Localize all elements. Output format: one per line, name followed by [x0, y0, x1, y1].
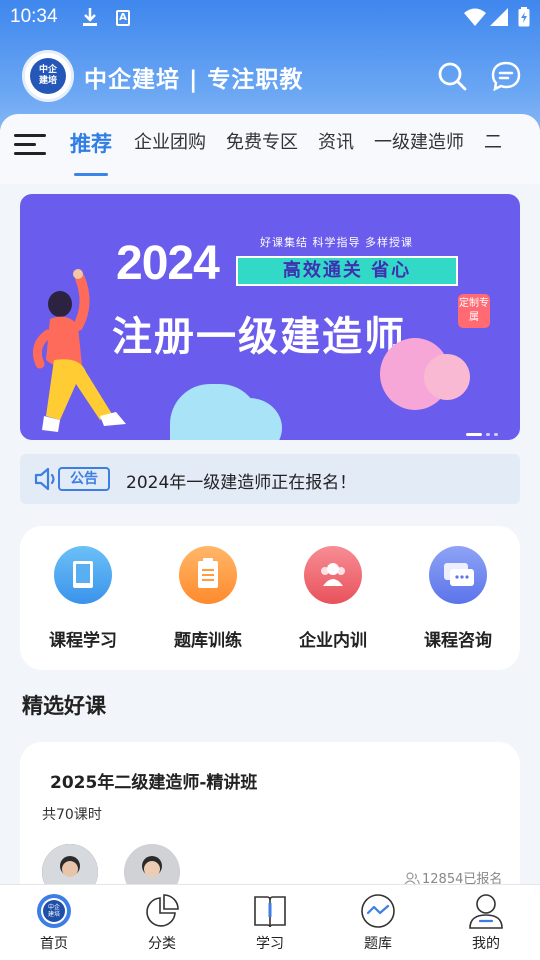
quick-question-bank[interactable]: 题库训练 — [153, 546, 263, 656]
tab-free-zone[interactable]: 免费专区 — [226, 128, 298, 178]
nav-home-label: 首页 — [40, 936, 68, 952]
nav-category[interactable]: 分类 — [108, 885, 216, 960]
cloud-decoration — [424, 354, 470, 400]
banner-badge: 定制专属 — [458, 294, 490, 328]
promo-banner[interactable]: 2024 好课集结 科学指导 多样授课 高效通关 省心 注册一级建造师 定制专属 — [20, 194, 520, 440]
download-icon — [83, 8, 97, 26]
pie-chart-icon — [144, 893, 180, 929]
nav-home[interactable]: 中企 建培 首页 — [0, 885, 108, 960]
svg-text:中企: 中企 — [48, 903, 60, 911]
signal-icon — [490, 8, 508, 26]
chat-icon — [429, 546, 487, 604]
nav-category-label: 分类 — [148, 936, 176, 952]
message-icon[interactable] — [490, 60, 522, 92]
quick-course-consult-label: 课程咨询 — [424, 631, 492, 651]
menu-icon[interactable] — [14, 132, 46, 158]
logo-text-1: 中企 — [38, 65, 57, 75]
search-icon[interactable] — [436, 60, 468, 92]
nav-profile-label: 我的 — [472, 936, 500, 952]
quick-enterprise-training-label: 企业内训 — [299, 631, 367, 651]
people-icon — [304, 546, 362, 604]
notification-a-icon: A — [116, 10, 130, 26]
carousel-indicator — [466, 424, 502, 440]
book-icon — [54, 546, 112, 604]
trend-icon — [360, 893, 396, 929]
svg-text:建培: 建培 — [48, 910, 60, 918]
wifi-icon — [464, 8, 486, 26]
speaker-icon — [34, 467, 55, 491]
brand-row: 中企 建培 中企建培 | 专注职教 — [0, 46, 540, 106]
status-bar: 10:34 A — [0, 0, 540, 36]
logo-text-2: 建培 — [38, 76, 57, 86]
announcement-tag: 公告 — [58, 467, 110, 491]
brand-logo: 中企 建培 — [22, 50, 74, 102]
quick-entry-panel: 课程学习 题库训练 企业内训 课程咨询 — [20, 526, 520, 670]
nav-study-label: 学习 — [256, 936, 284, 952]
tab-news[interactable]: 资讯 — [318, 128, 354, 178]
announcement-text: 2024年一级建造师正在报名！ — [126, 473, 357, 493]
banner-tags: 好课集结 科学指导 多样授课 — [260, 236, 413, 249]
app-title: 中企建培 | 专注职教 — [84, 67, 304, 93]
carousel-dot — [486, 433, 490, 436]
battery-charging-icon — [518, 7, 530, 27]
people-small-icon — [404, 872, 420, 885]
nav-question-bank-label: 题库 — [364, 936, 392, 952]
quick-course-consult[interactable]: 课程咨询 — [403, 546, 513, 656]
course-lessons: 共70课时 — [42, 807, 102, 823]
status-time: 10:34 — [10, 6, 58, 27]
quick-question-bank-label: 题库训练 — [174, 631, 242, 651]
tab-recommend[interactable]: 推荐 — [70, 128, 112, 178]
tab-first-class-constructor[interactable]: 一级建造师 — [374, 128, 464, 178]
user-icon — [468, 893, 504, 929]
section-title: 精选好课 — [22, 694, 106, 718]
clipboard-icon — [179, 546, 237, 604]
quick-course-study-label: 课程学习 — [49, 631, 117, 651]
tab-second-class[interactable]: 二 — [484, 128, 502, 178]
tab-enterprise-group[interactable]: 企业团购 — [134, 128, 206, 178]
brand-logo-mark: 中企 建培 — [30, 58, 66, 94]
quick-enterprise-training[interactable]: 企业内训 — [278, 546, 388, 656]
banner-slogan: 高效通关 省心 — [236, 256, 458, 286]
tabs-scroller: 推荐 企业团购 免费专区 资讯 一级建造师二 — [70, 128, 540, 178]
nav-profile[interactable]: 我的 — [432, 885, 540, 960]
carousel-dot-active — [466, 433, 482, 436]
bottom-navigation: 中企 建培 首页 分类 学习 题库 我的 — [0, 884, 540, 960]
nav-question-bank[interactable]: 题库 — [324, 885, 432, 960]
announcement-bar[interactable]: 公告 2024年一级建造师正在报名！ — [20, 454, 520, 504]
open-book-icon — [252, 893, 288, 929]
tab-bar: 推荐 企业团购 免费专区 资讯 一级建造师二 — [0, 114, 540, 184]
course-title: 2025年二级建造师-精讲班 — [50, 773, 258, 793]
quick-course-study[interactable]: 课程学习 — [28, 546, 138, 656]
banner-headline: 注册一级建造师 — [112, 314, 406, 360]
nav-study[interactable]: 学习 — [216, 885, 324, 960]
carousel-dot — [494, 433, 498, 436]
banner-year: 2024 — [116, 237, 220, 290]
home-logo-icon: 中企 建培 — [36, 893, 72, 929]
